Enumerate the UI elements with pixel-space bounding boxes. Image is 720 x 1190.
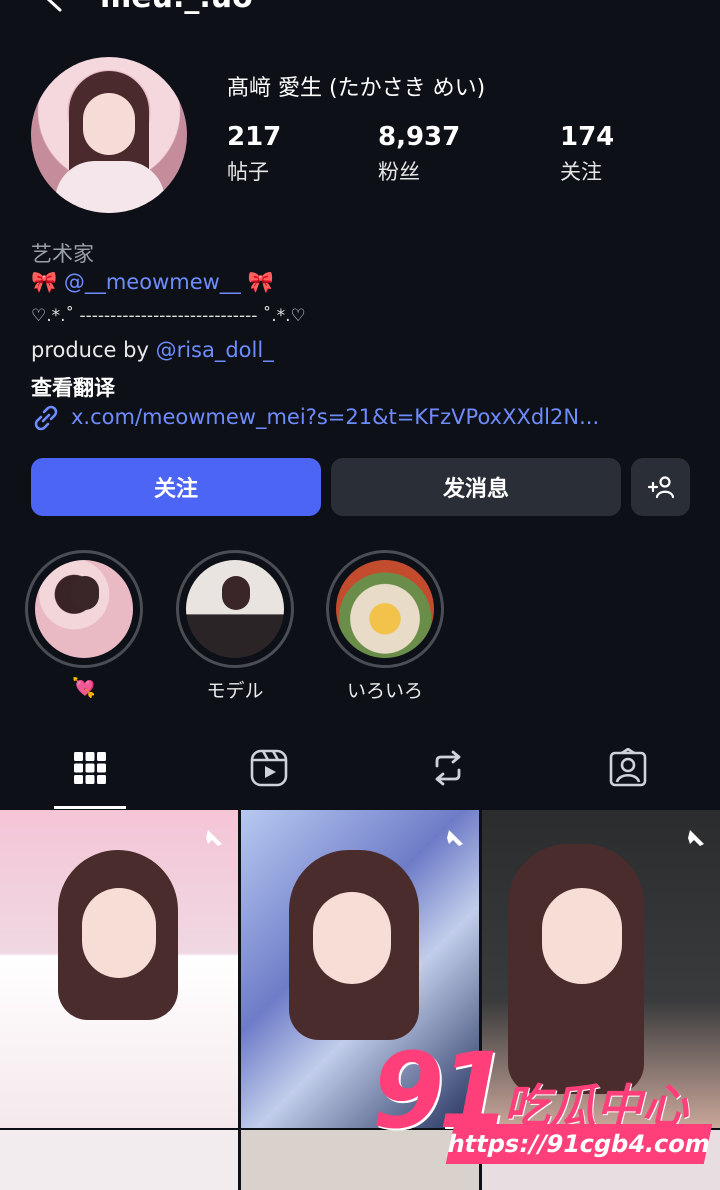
- grid-icon: [74, 752, 106, 784]
- stat-posts-value: 217: [227, 122, 282, 152]
- bio-handle-mention[interactable]: @__meowmew__: [64, 270, 241, 294]
- story-highlight[interactable]: モデル: [176, 550, 294, 703]
- bio-link-text: x.com/meowmew_mei?s=21&t=KFzVPoxXXdl2N..…: [71, 405, 600, 429]
- profile-avatar[interactable]: [31, 57, 187, 213]
- bow-emoji-left: 🎀: [31, 270, 58, 294]
- link-icon: [34, 405, 58, 431]
- profile-full-name: 髙﨑 愛生 (たかさき めい): [227, 76, 486, 101]
- profile-tabs: [0, 730, 720, 810]
- back-arrow-icon[interactable]: [40, 0, 70, 14]
- stat-following[interactable]: 174 关注: [560, 122, 614, 186]
- message-button[interactable]: 发消息: [331, 458, 621, 516]
- stat-followers-value: 8,937: [378, 122, 461, 152]
- tab-posts[interactable]: [68, 746, 112, 790]
- suggested-accounts-button[interactable]: [631, 458, 690, 516]
- highlight-thumbnail: [336, 560, 434, 658]
- see-translation-link[interactable]: 查看翻译: [31, 372, 115, 402]
- pin-icon: [200, 830, 222, 852]
- follow-button[interactable]: 关注: [31, 458, 321, 516]
- tab-tagged[interactable]: [606, 746, 650, 790]
- bio-category: 艺术家: [31, 242, 94, 266]
- bio-produce-line: produce by @risa_doll_: [31, 338, 274, 362]
- story-highlight[interactable]: いろいろ: [326, 550, 444, 703]
- stat-followers[interactable]: 8,937 粉丝: [378, 122, 460, 186]
- header-username: meu._.uo: [100, 0, 253, 15]
- bio-external-link[interactable]: x.com/meowmew_mei?s=21&t=KFzVPoxXXdl2N..…: [31, 405, 599, 431]
- repost-icon: [435, 750, 461, 786]
- tab-reels[interactable]: [247, 746, 291, 790]
- tab-reposts[interactable]: [426, 746, 470, 790]
- pin-icon: [682, 830, 704, 852]
- bio-produce-prefix: produce by: [31, 338, 156, 362]
- reels-icon: [250, 749, 288, 787]
- add-person-icon: [647, 476, 674, 499]
- story-highlight[interactable]: 💘: [25, 550, 143, 699]
- post-thumbnail[interactable]: [0, 810, 238, 1128]
- pin-icon: [441, 830, 463, 852]
- bio-produce-mention[interactable]: @risa_doll_: [156, 338, 274, 362]
- post-thumbnail[interactable]: [0, 1130, 238, 1190]
- highlight-label: 💘: [72, 677, 96, 699]
- top-bar: meu._.uo: [0, 0, 720, 18]
- stat-following-label: 关注: [560, 160, 602, 184]
- bio-divider-line: ♡.*.˚ ----------------------------- ˚.*.…: [31, 306, 306, 326]
- stat-posts-label: 帖子: [227, 160, 269, 184]
- highlight-thumbnail: [35, 560, 133, 658]
- highlight-label: モデル: [206, 680, 264, 702]
- stat-posts[interactable]: 217 帖子: [227, 122, 281, 186]
- stat-following-value: 174: [560, 122, 615, 152]
- tagged-person-icon: [609, 748, 647, 787]
- highlight-label: いろいろ: [346, 680, 423, 702]
- watermark-url: https://91cgb4.com: [445, 1124, 713, 1164]
- bow-emoji-right: 🎀: [247, 270, 274, 294]
- site-watermark: 91 吃瓜中心 https://91cgb4.com: [370, 1030, 720, 1184]
- highlight-thumbnail: [186, 560, 284, 658]
- active-tab-indicator: [54, 806, 126, 809]
- bio-handle-line: 🎀 @__meowmew__ 🎀: [31, 270, 274, 295]
- stat-followers-label: 粉丝: [378, 160, 420, 184]
